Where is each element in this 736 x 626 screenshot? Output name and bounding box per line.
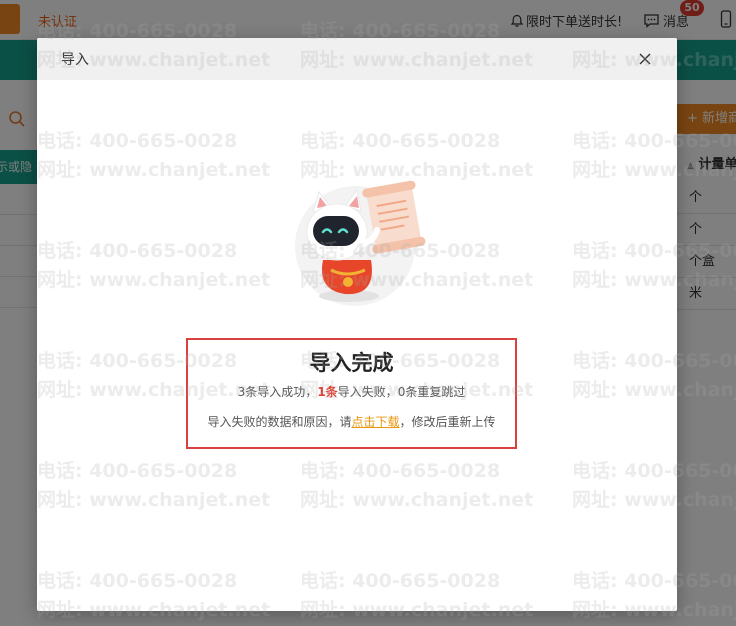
hint-prefix: 导入失败的数据和原因，请: [207, 415, 352, 429]
success-count-text: 3条导入成功，: [237, 385, 318, 399]
mascot-illustration: [295, 180, 426, 306]
dialog-header: 导入: [37, 38, 677, 80]
close-icon: [639, 53, 651, 65]
result-summary: 3条导入成功，1条导入失败，0条重复跳过: [188, 383, 515, 400]
close-button[interactable]: [633, 47, 657, 71]
result-title: 导入完成: [309, 351, 394, 375]
result-hint: 导入失败的数据和原因，请点击下载，修改后重新上传: [188, 413, 515, 430]
dialog-title: 导入: [61, 52, 89, 68]
import-result-panel: 导入完成 3条导入成功，1条导入失败，0条重复跳过 导入失败的数据和原因，请点击…: [186, 338, 517, 449]
skipped-text: 0条重复跳过: [397, 385, 466, 399]
download-failed-data-link[interactable]: 点击下载: [351, 415, 399, 429]
import-dialog: 导入 导入完成 3条导入成功，1条导入失败，0条重复跳过 导入失败的数据和原因，…: [37, 38, 677, 611]
fail-count: 1条: [317, 385, 338, 399]
fail-text: 导入失败，: [337, 385, 398, 399]
hint-suffix: ，修改后重新上传: [399, 415, 496, 429]
